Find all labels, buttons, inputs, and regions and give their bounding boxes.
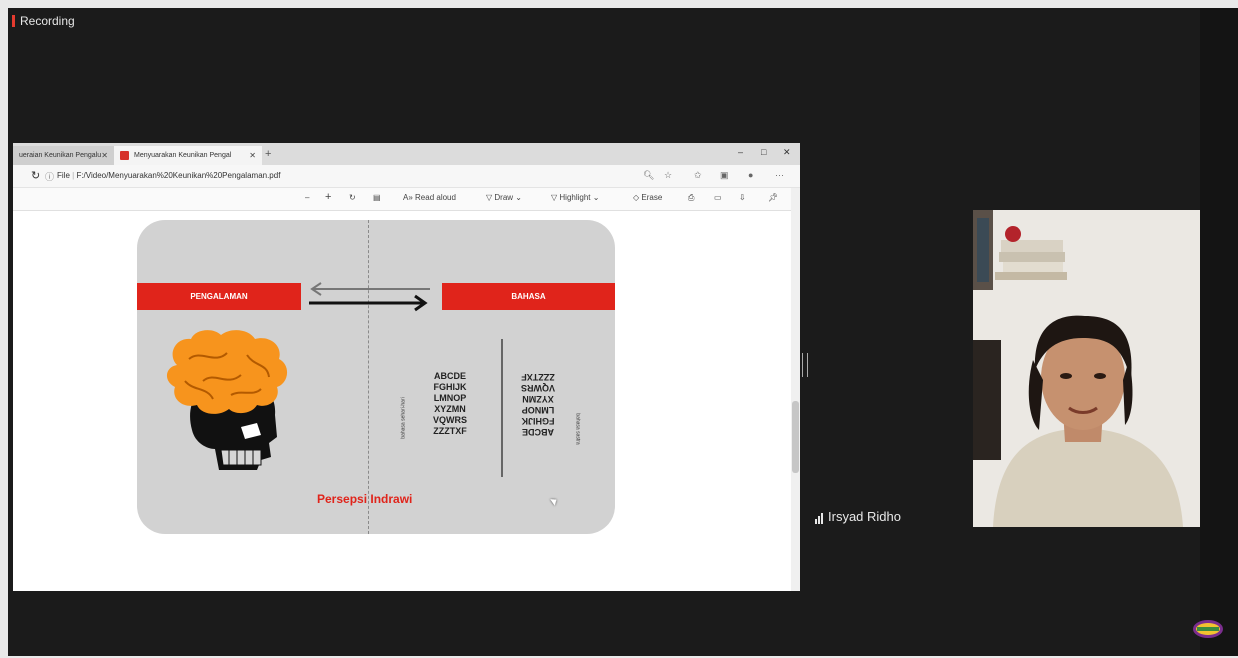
zoom-in-button[interactable]: + [325, 191, 331, 203]
favorite-star-icon[interactable]: ☆ [664, 170, 672, 181]
read-aloud-label: Read aloud [415, 193, 456, 202]
refresh-icon[interactable]: ↻ [31, 169, 40, 182]
highlight-button[interactable]: ▽ Highlight ⌄ [551, 193, 599, 202]
participant-video[interactable] [973, 210, 1200, 527]
signal-strength-icon [815, 513, 823, 524]
profile-avatar-icon[interactable]: ● [748, 170, 753, 180]
letters-line: ZZZTXF [521, 372, 555, 382]
recording-dot-icon [12, 15, 15, 27]
page-view-icon[interactable]: ▤ [373, 193, 381, 202]
letters-line: ABCDE [434, 371, 467, 381]
participant-name-label: Irsyad Ridho [815, 509, 901, 524]
highlight-icon: ▽ [551, 193, 558, 202]
pdf-icon [120, 151, 129, 160]
vertical-label-left: bahasa sehari-hari [400, 397, 407, 439]
info-icon[interactable]: ⓘ [45, 170, 54, 183]
draw-icon: ▽ [486, 193, 493, 202]
vertical-label-right: bahasa sastra [574, 413, 581, 445]
pdf-toolbar: – + ↻ ▤ A» Read aloud ▽ Draw ⌄ ▽ Highlig… [13, 188, 800, 211]
read-aloud-icon: A» [403, 193, 413, 202]
letters-line: FGHIJK [521, 416, 555, 426]
restore-button[interactable]: □ [761, 147, 766, 157]
new-tab-button[interactable]: + [265, 148, 271, 160]
letters-line: LMNOP [433, 393, 467, 403]
letters-line: FGHIJK [433, 382, 467, 392]
draw-button[interactable]: ▽ Draw ⌄ [486, 193, 522, 202]
draw-label: Draw [494, 193, 514, 202]
address-bar[interactable]: ↻ ⓘ File | F:/Video/Menyuarakan%20Keunik… [13, 165, 800, 188]
pengalaman-header: PENGALAMAN [137, 283, 301, 310]
erase-label: Erase [641, 193, 663, 202]
letters-column-right-inverted: ABCDE FGHIJK LMNOP XYZMN VQWRS ZZZTXF [521, 371, 555, 437]
chevron-down-icon: ⌄ [515, 193, 522, 202]
letters-line: LMNOP [521, 405, 555, 415]
read-aloud-button[interactable]: A» Read aloud [403, 193, 456, 202]
app-logo-icon [1193, 620, 1223, 638]
chevron-down-icon: ⌄ [592, 193, 600, 202]
slide-card: PENGALAMAN BAHASA ABCDE FGHIJK LMNOP XYZ… [137, 220, 615, 534]
letters-line: VQWRS [433, 415, 468, 425]
tab-label: ueraian Keunikan Pengalu [19, 152, 102, 159]
letters-line: ZZZTXF [433, 426, 467, 436]
bahasa-header: BAHASA [442, 283, 615, 310]
scrollbar-thumb[interactable] [792, 401, 799, 473]
mouse-cursor-icon [550, 496, 559, 506]
participant-video-frame [973, 210, 1200, 527]
letters-line: XYZMN [522, 394, 554, 404]
eraser-icon: ◇ [633, 193, 640, 202]
letters-column-left: ABCDE FGHIJK LMNOP XYZMN VQWRS ZZZTXF [433, 371, 467, 437]
shared-screen-browser: ueraian Keunikan Pengalu ✕ Menyuarakan K… [13, 143, 800, 591]
collections-icon[interactable]: ▣ [720, 170, 729, 181]
close-window-button[interactable]: ✕ [783, 147, 791, 158]
bidirectional-arrows-icon [309, 282, 430, 312]
pdf-page-area: PENGALAMAN BAHASA ABCDE FGHIJK LMNOP XYZ… [13, 211, 791, 591]
close-tab-icon[interactable]: ✕ [249, 151, 256, 160]
address-protocol: File [57, 171, 70, 180]
rotate-icon[interactable]: ↻ [349, 193, 356, 202]
slide-caption: Persepsi Indrawi [317, 492, 413, 506]
right-edge-panel [1200, 8, 1238, 656]
tab-bar: ueraian Keunikan Pengalu ✕ Menyuarakan K… [13, 143, 800, 165]
vertical-scrollbar[interactable] [791, 188, 800, 591]
tab-label: Menyuarakan Keunikan Pengal [134, 152, 232, 159]
zoom-icon[interactable]: 🔍︎ [643, 170, 654, 181]
address-url[interactable]: File | F:/Video/Menyuarakan%20Keunikan%2… [57, 171, 280, 180]
print-icon[interactable]: ⎙ [688, 193, 694, 203]
slide-divider [368, 220, 369, 534]
save-icon[interactable]: ▭ [714, 193, 722, 202]
letters-line: ABCDE [522, 427, 555, 437]
brain-skull-icon [166, 330, 288, 470]
highlight-label: Highlight [559, 193, 591, 202]
tab-previous[interactable]: ueraian Keunikan Pengalu ✕ [13, 146, 114, 165]
participant-name: Irsyad Ridho [828, 509, 901, 524]
zoom-out-button[interactable]: – [305, 193, 309, 202]
close-tab-icon[interactable]: ✕ [101, 151, 108, 160]
more-menu-icon[interactable]: ··· [775, 170, 784, 180]
pane-resize-handle[interactable] [802, 353, 808, 377]
recording-label: Recording [20, 14, 75, 28]
address-path: F:/Video/Menyuarakan%20Keunikan%20Pengal… [76, 171, 281, 180]
tab-active-pdf[interactable]: Menyuarakan Keunikan Pengal ✕ [114, 146, 262, 165]
favorites-icon[interactable]: ✩ [694, 170, 702, 181]
pin-toolbar-icon[interactable]: 📌︎ [768, 193, 778, 202]
recording-indicator: Recording [12, 14, 75, 28]
letters-line: VQWRS [521, 383, 556, 393]
minimize-button[interactable]: – [738, 147, 743, 157]
letters-line: XYZMN [434, 404, 466, 414]
column-separator [501, 339, 503, 477]
save-as-icon[interactable]: ⇩ [739, 193, 746, 202]
erase-button[interactable]: ◇ Erase [633, 193, 662, 202]
